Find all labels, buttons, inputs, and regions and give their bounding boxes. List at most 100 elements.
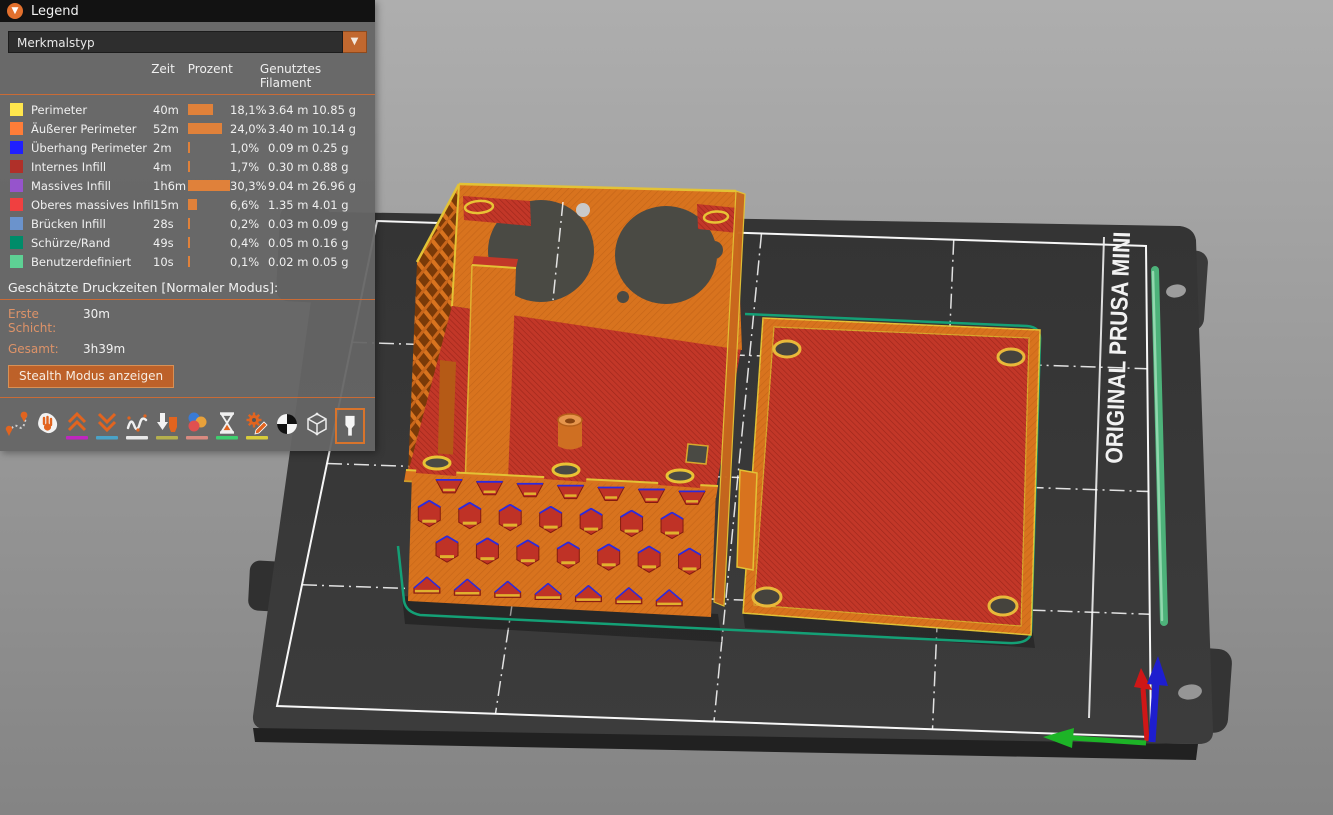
- feature-grams: 0.09 g: [312, 217, 367, 231]
- feature-percent-bar: [188, 161, 230, 172]
- feature-label: Brücken Infill: [31, 217, 153, 231]
- feature-percent: 0,2%: [230, 217, 259, 231]
- feature-percent-bar: [188, 123, 230, 134]
- feature-time: 52m: [153, 122, 188, 136]
- color-changes-icon[interactable]: [185, 410, 209, 444]
- legend-row[interactable]: Überhang Perimeter 2m 1,0% 0.09 m 0.25 g: [0, 138, 375, 157]
- feature-percent-bar: [188, 199, 230, 210]
- travel-paths-icon[interactable]: [5, 410, 29, 444]
- feature-meters: 0.02 m: [268, 255, 312, 269]
- feature-meters: 9.04 m: [268, 179, 312, 193]
- deretractions-icon[interactable]: [95, 410, 119, 444]
- first-layer-value: 30m: [83, 307, 110, 335]
- total-label: Gesamt:: [8, 342, 83, 356]
- feature-percent: 0,1%: [230, 255, 259, 269]
- panel-hole: [617, 291, 629, 303]
- feature-meters: 0.09 m: [268, 141, 312, 155]
- shells-icon[interactable]: [305, 410, 329, 444]
- model-box[interactable]: [404, 184, 745, 617]
- legend-row[interactable]: Perimeter 40m 18,1% 3.64 m 10.85 g: [0, 100, 375, 119]
- feature-grams: 0.25 g: [312, 141, 367, 155]
- feature-grams: 10.85 g: [312, 103, 367, 117]
- feature-meters: 1.35 m: [268, 198, 312, 212]
- retractions-icon[interactable]: [65, 410, 89, 444]
- lid-tab: [737, 470, 757, 570]
- total-value: 3h39m: [83, 342, 125, 356]
- estimates-heading: Geschätzte Druckzeiten [Normaler Modus]:: [8, 280, 367, 295]
- legend-titlebar: ▼ Legend: [0, 0, 375, 22]
- col-time: Zeit: [151, 62, 188, 90]
- feature-color-swatch: [10, 236, 23, 249]
- col-percent: Prozent: [188, 62, 260, 90]
- feature-grams: 0.05 g: [312, 255, 367, 269]
- table-header: Zeit Prozent Genutztes Filament: [0, 62, 375, 90]
- feature-grams: 10.14 g: [312, 122, 367, 136]
- feature-percent-bar: [188, 256, 230, 267]
- feature-color-swatch: [10, 141, 23, 154]
- first-layer-row: Erste Schicht: 30m: [8, 307, 367, 335]
- feature-color-swatch: [10, 255, 23, 268]
- feature-time: 1h6m: [153, 179, 188, 193]
- legend-row[interactable]: Internes Infill 4m 1,7% 0.30 m 0.88 g: [0, 157, 375, 176]
- feature-meters: 0.05 m: [268, 236, 312, 250]
- feature-meters: 0.30 m: [268, 160, 312, 174]
- nozzle-marker-icon[interactable]: [335, 408, 365, 444]
- feature-grams: 26.96 g: [312, 179, 367, 193]
- feature-percent: 18,1%: [230, 103, 259, 117]
- feature-color-swatch: [10, 217, 23, 230]
- divider: [0, 94, 375, 95]
- feature-label: Internes Infill: [31, 160, 153, 174]
- first-layer-label: Erste Schicht:: [8, 307, 83, 335]
- legend-row[interactable]: Oberes massives Infill 15m 6,6% 1.35 m 4…: [0, 195, 375, 214]
- legend-toolbar: [0, 403, 375, 451]
- feature-label: Schürze/Rand: [31, 236, 153, 250]
- stealth-mode-button[interactable]: Stealth Modus anzeigen: [8, 365, 174, 388]
- legend-row[interactable]: Brücken Infill 28s 0,2% 0.03 m 0.09 g: [0, 214, 375, 233]
- legend-row[interactable]: Äußerer Perimeter 52m 24,0% 3.40 m 10.14…: [0, 119, 375, 138]
- collapse-button[interactable]: ▼: [7, 3, 23, 19]
- wipe-moves-icon[interactable]: [35, 410, 59, 444]
- divider: [0, 397, 375, 398]
- view-type-dropdown[interactable]: Merkmalstyp ▼: [8, 31, 367, 53]
- center-of-mass-icon[interactable]: [275, 410, 299, 444]
- feature-percent-bar: [188, 180, 230, 191]
- feature-percent: 24,0%: [230, 122, 259, 136]
- feature-grams: 0.16 g: [312, 236, 367, 250]
- feature-time: 49s: [153, 236, 188, 250]
- feature-time: 40m: [153, 103, 188, 117]
- legend-row[interactable]: Schürze/Rand 49s 0,4% 0.05 m 0.16 g: [0, 233, 375, 252]
- feature-percent-bar: [188, 218, 230, 229]
- feature-percent-bar: [188, 104, 230, 115]
- feature-percent: 30,3%: [230, 179, 259, 193]
- feature-label: Massives Infill: [31, 179, 153, 193]
- divider: [0, 299, 375, 300]
- pause-prints-icon[interactable]: [215, 410, 239, 444]
- feature-grams: 0.88 g: [312, 160, 367, 174]
- legend-row[interactable]: Massives Infill 1h6m 30,3% 9.04 m 26.96 …: [0, 176, 375, 195]
- feature-label: Perimeter: [31, 103, 153, 117]
- view-type-value[interactable]: Merkmalstyp: [8, 31, 343, 53]
- feature-meters: 3.40 m: [268, 122, 312, 136]
- feature-label: Oberes massives Infill: [31, 198, 153, 212]
- legend-title: Legend: [31, 4, 79, 19]
- feature-color-swatch: [10, 122, 23, 135]
- tool-changes-icon[interactable]: [155, 410, 179, 444]
- feature-meters: 0.03 m: [268, 217, 312, 231]
- feature-table: Perimeter 40m 18,1% 3.64 m 10.85 g Äußer…: [0, 100, 375, 271]
- panel-hole: [576, 203, 590, 217]
- standoff: [558, 414, 582, 450]
- feature-percent: 6,6%: [230, 198, 259, 212]
- feature-time: 2m: [153, 141, 188, 155]
- legend-row[interactable]: Benutzerdefiniert 10s 0,1% 0.02 m 0.05 g: [0, 252, 375, 271]
- dropdown-arrow-button[interactable]: ▼: [343, 31, 367, 53]
- total-row: Gesamt: 3h39m: [8, 342, 367, 356]
- custom-gcodes-icon[interactable]: [245, 410, 269, 444]
- seams-icon[interactable]: [125, 410, 149, 444]
- feature-color-swatch: [10, 179, 23, 192]
- feature-percent: 1,7%: [230, 160, 259, 174]
- prusaslicer-preview: ORIGINAL PRUSA MINI: [0, 0, 1333, 815]
- model-lid[interactable]: [737, 318, 1040, 635]
- dropdown-arrow-icon: ▼: [351, 37, 359, 47]
- feature-time: 4m: [153, 160, 188, 174]
- feature-percent: 1,0%: [230, 141, 259, 155]
